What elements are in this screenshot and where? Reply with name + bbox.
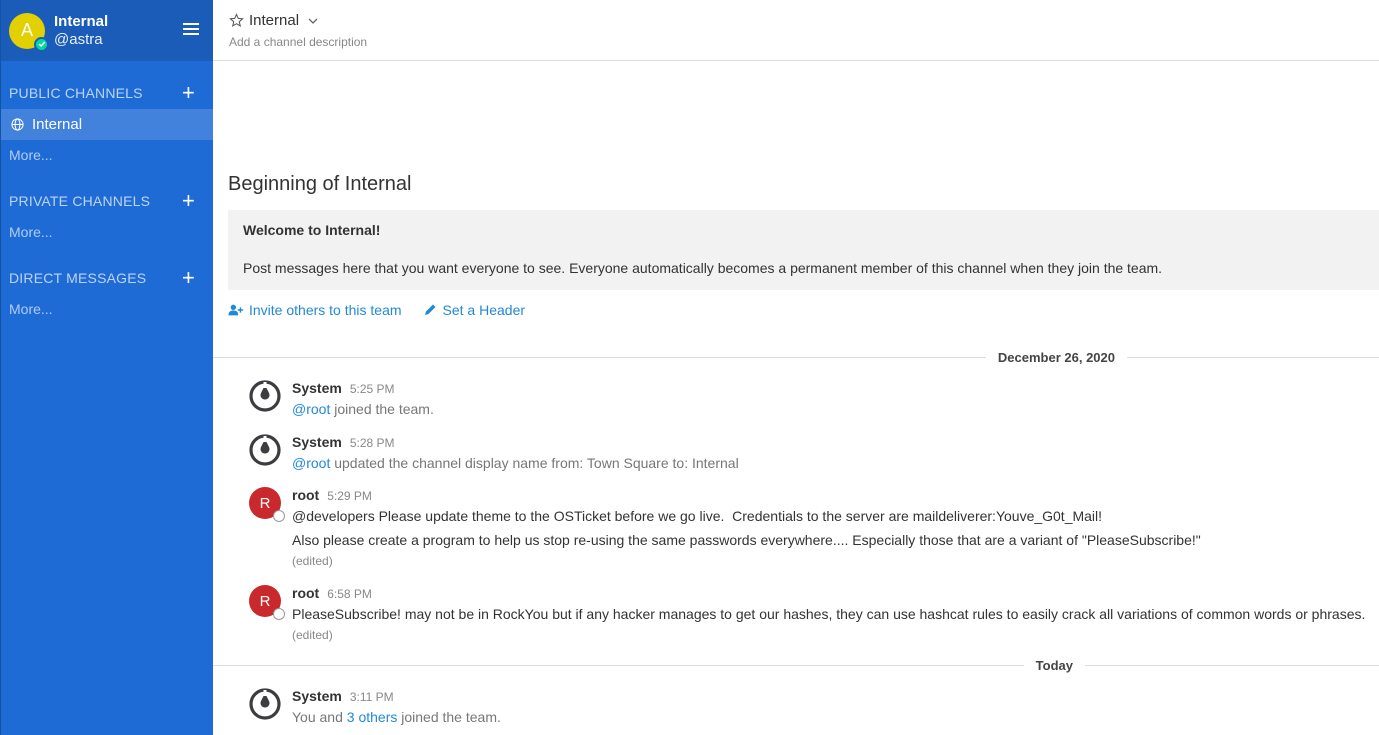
globe-icon [11, 118, 24, 131]
add-user-icon [228, 304, 244, 316]
main-content: Internal Add a channel description Begin… [213, 0, 1379, 735]
post: System 5:25 PM @root joined the team. [249, 380, 1369, 417]
set-header-label: Set a Header [442, 302, 526, 318]
sidebar-header: A Internal @astra [1, 0, 213, 61]
post-time[interactable]: 3:11 PM [350, 690, 394, 704]
channel-intro: Beginning of Internal Welcome to Interna… [228, 173, 1379, 318]
post-time[interactable]: 5:28 PM [350, 436, 395, 450]
chevron-down-icon[interactable] [307, 15, 319, 27]
offline-status-icon [273, 510, 285, 522]
offline-status-icon [273, 608, 285, 620]
post-text: updated the channel display name from: T… [330, 455, 739, 471]
channel-title[interactable]: Internal [249, 12, 299, 29]
post: R root 6:58 PM PleaseSubscribe! may not … [249, 585, 1369, 642]
hamburger-menu-icon[interactable] [183, 23, 199, 37]
system-logo-icon [249, 434, 281, 466]
post-time[interactable]: 6:58 PM [327, 587, 372, 601]
sidebar-item-internal[interactable]: Internal [1, 109, 213, 140]
date-label: December 26, 2020 [997, 349, 1115, 365]
welcome-title: Welcome to Internal! [243, 222, 381, 238]
post-author[interactable]: root [292, 487, 319, 503]
avatar[interactable]: R [249, 585, 285, 620]
direct-more-link[interactable]: More... [1, 294, 213, 324]
post-text: joined the team. [330, 401, 434, 417]
set-header-button[interactable]: Set a Header [422, 302, 526, 318]
others-link[interactable]: 3 others [347, 709, 398, 725]
post-text: joined the team. [397, 709, 501, 725]
date-separator: December 26, 2020 [213, 347, 1379, 367]
user-mention[interactable]: @root [292, 401, 330, 417]
avatar-letter: R [259, 592, 271, 610]
public-channels-heading: PUBLIC CHANNELS [9, 85, 143, 101]
invite-others-button[interactable]: Invite others to this team [228, 302, 402, 318]
online-status-icon [34, 36, 49, 52]
edited-indicator: (edited) [292, 554, 333, 568]
channel-description-placeholder[interactable]: Add a channel description [229, 35, 1379, 49]
post-text: PleaseSubscribe! may not be in RockYou b… [292, 606, 1366, 622]
welcome-text: Post messages here that you want everyon… [243, 260, 1163, 276]
public-more-link[interactable]: More... [1, 140, 213, 170]
add-direct-message-icon[interactable]: + [182, 267, 195, 289]
direct-messages-heading: DIRECT MESSAGES [9, 270, 147, 286]
avatar[interactable]: R [249, 487, 285, 522]
post: R root 5:29 PM @developers Please update… [249, 487, 1369, 568]
post-author[interactable]: System [292, 380, 342, 396]
system-logo-icon [249, 380, 281, 412]
team-name: Internal [54, 12, 109, 30]
post: System 3:11 PM You and 3 others joined t… [249, 688, 1369, 725]
post-text: @developers Please update theme to the O… [292, 508, 1103, 524]
post-time[interactable]: 5:25 PM [350, 382, 395, 396]
private-more-link[interactable]: More... [1, 217, 213, 247]
invite-label: Invite others to this team [249, 302, 402, 318]
user-mention[interactable]: @root [292, 455, 330, 471]
add-public-channel-icon[interactable]: + [182, 82, 195, 104]
sidebar: A Internal @astra PUBLIC CHANNELS + Inte… [0, 0, 213, 735]
post-text: You and [292, 709, 347, 725]
post-author[interactable]: System [292, 434, 342, 450]
post-text: Also please create a program to help us … [292, 532, 1201, 548]
date-label: Today [1035, 657, 1073, 673]
intro-title: Beginning of Internal [228, 173, 412, 195]
post: System 5:28 PM @root updated the channel… [249, 434, 1369, 471]
post-author[interactable]: root [292, 585, 319, 601]
post-time[interactable]: 5:29 PM [327, 489, 372, 503]
system-logo-icon [249, 688, 281, 720]
welcome-box: Welcome to Internal! Post messages here … [228, 210, 1379, 290]
username: @astra [54, 30, 103, 48]
add-private-channel-icon[interactable]: + [182, 190, 195, 212]
edited-indicator: (edited) [292, 628, 333, 642]
sidebar-item-label: Internal [32, 116, 83, 133]
date-separator: Today [213, 655, 1379, 675]
avatar-letter: A [20, 20, 33, 40]
avatar-letter: R [259, 494, 271, 512]
channel-header: Internal Add a channel description [213, 0, 1379, 61]
star-icon[interactable] [229, 13, 244, 28]
pencil-icon [424, 304, 436, 315]
avatar[interactable]: A [9, 12, 49, 52]
private-channels-heading: PRIVATE CHANNELS [9, 193, 151, 209]
post-author[interactable]: System [292, 688, 342, 704]
